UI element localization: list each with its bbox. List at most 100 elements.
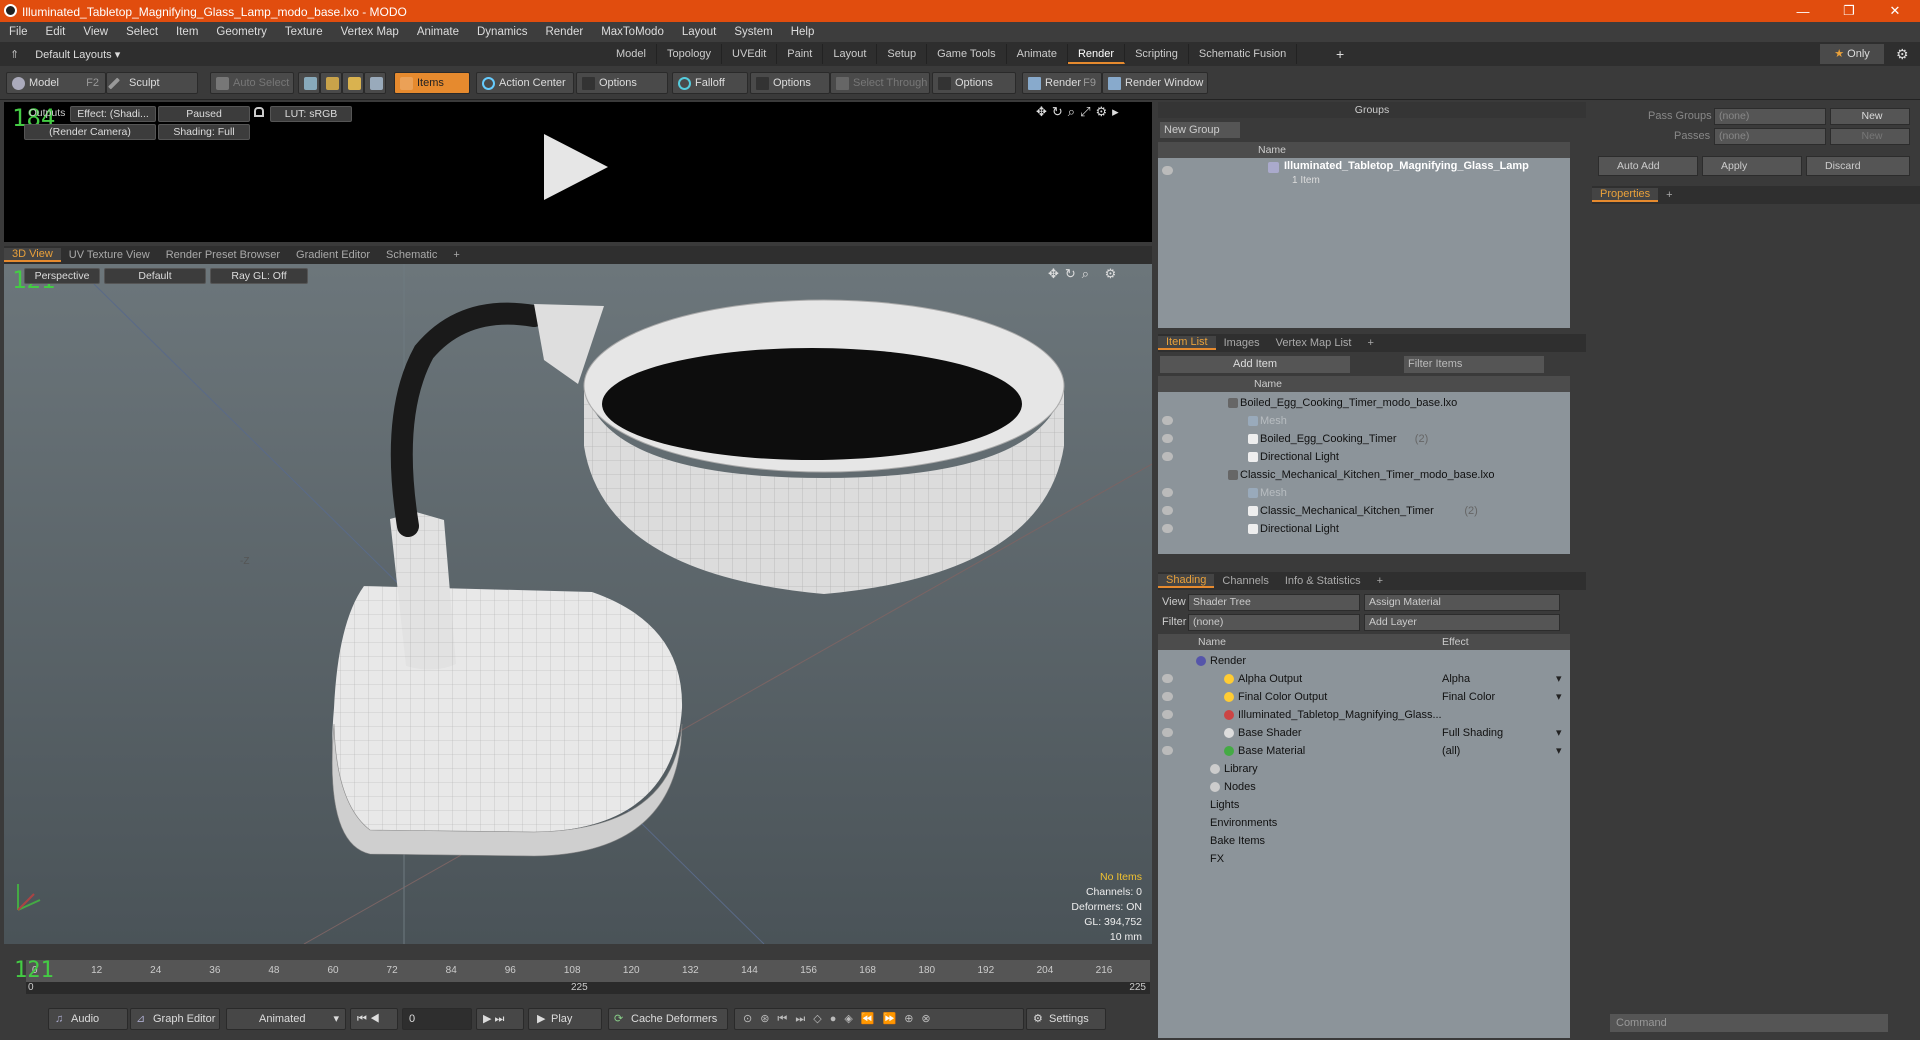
select-through-button[interactable]: Select Through xyxy=(830,72,930,94)
play-icon[interactable] xyxy=(544,134,608,200)
tab-info-statistics[interactable]: Info & Statistics xyxy=(1277,575,1369,587)
item-list-row[interactable]: Directional Light xyxy=(1158,520,1570,538)
model-mode-button[interactable]: Model F2 xyxy=(6,72,106,94)
filter-dropdown[interactable]: (none) xyxy=(1188,614,1360,631)
layout-tab-uvedit[interactable]: UVEdit xyxy=(722,44,778,64)
tab-vertex-map-list[interactable]: Vertex Map List xyxy=(1268,337,1360,349)
select-options-button[interactable]: Options xyxy=(932,72,1016,94)
shader-tree-row[interactable]: Illuminated_Tabletop_Magnifying_Glass... xyxy=(1158,706,1570,724)
discard-button[interactable]: Discard xyxy=(1806,156,1910,176)
add-item-dropdown[interactable]: Add Item xyxy=(1160,356,1350,373)
layout-tab-setup[interactable]: Setup xyxy=(877,44,928,64)
shader-tree-row[interactable]: Render xyxy=(1158,652,1570,670)
properties-tab[interactable]: Properties + xyxy=(1592,186,1920,204)
shader-tree-dropdown[interactable]: Shader Tree xyxy=(1188,594,1360,611)
visibility-icon[interactable] xyxy=(1162,674,1173,683)
transport-forward-controls[interactable]: ▶⏭ xyxy=(476,1008,524,1030)
menu-geometry[interactable]: Geometry xyxy=(207,26,276,38)
effect-dropdown[interactable]: Effect: (Shadi... xyxy=(70,106,156,122)
menu-texture[interactable]: Texture xyxy=(276,26,332,38)
tab-images[interactable]: Images xyxy=(1216,337,1268,349)
falloff-options-button[interactable]: Options xyxy=(750,72,830,94)
assign-material-dropdown[interactable]: Assign Material xyxy=(1364,594,1560,611)
tab-uv-texture-view[interactable]: UV Texture View xyxy=(61,249,158,261)
command-field[interactable]: Command xyxy=(1610,1014,1888,1032)
layout-tab-scripting[interactable]: Scripting xyxy=(1125,44,1189,64)
item-list-row[interactable]: Directional Light xyxy=(1158,448,1570,466)
animated-dropdown[interactable]: Animated ▾ xyxy=(226,1008,346,1030)
only-button[interactable]: ★ Only xyxy=(1820,44,1884,64)
shader-tree-row[interactable]: Bake Items xyxy=(1158,832,1570,850)
auto-add-button[interactable]: Auto Add xyxy=(1598,156,1698,176)
close-button[interactable]: ✕ xyxy=(1872,0,1918,22)
item-list-row[interactable]: Classic_Mechanical_Kitchen_Timer_modo_ba… xyxy=(1158,466,1570,484)
layout-tab-paint[interactable]: Paint xyxy=(777,44,824,64)
select-vertices-button[interactable] xyxy=(298,72,320,94)
pass-groups-dropdown[interactable]: (none) xyxy=(1714,108,1826,125)
menu-view[interactable]: View xyxy=(74,26,117,38)
menu-render[interactable]: Render xyxy=(536,26,592,38)
viewport-nav-icons[interactable]: ✥↻⌕ ⚙ xyxy=(1048,266,1122,282)
add-tab-icon[interactable]: + xyxy=(1369,575,1391,587)
cache-deformers-button[interactable]: ⟳ Cache Deformers xyxy=(608,1008,728,1030)
dropdown-arrow-icon[interactable]: ▾ xyxy=(1556,742,1562,760)
shading-style-dropdown[interactable]: Default xyxy=(104,268,206,284)
layout-tab-model[interactable]: Model xyxy=(606,44,657,64)
settings-button[interactable]: ⚙ Settings xyxy=(1026,1008,1106,1030)
new-passes-button[interactable]: New xyxy=(1830,128,1910,145)
lut-dropdown[interactable]: LUT: sRGB xyxy=(270,106,352,122)
tab-schematic[interactable]: Schematic xyxy=(378,249,445,261)
shader-tree-row[interactable]: Alpha Output Alpha ▾ xyxy=(1158,670,1570,688)
item-list-row[interactable]: Boiled_Egg_Cooking_Timer (2) xyxy=(1158,430,1570,448)
paused-button[interactable]: Paused xyxy=(158,106,250,122)
menu-help[interactable]: Help xyxy=(782,26,824,38)
items-mode-button[interactable]: Items xyxy=(394,72,470,94)
minimize-button[interactable]: — xyxy=(1780,0,1826,22)
item-list-row[interactable]: Mesh xyxy=(1158,412,1570,430)
shader-tree-row[interactable]: Environments xyxy=(1158,814,1570,832)
layout-tab-topology[interactable]: Topology xyxy=(657,44,723,64)
graph-editor-button[interactable]: ⊿ Graph Editor xyxy=(130,1008,220,1030)
passes-dropdown[interactable]: (none) xyxy=(1714,128,1826,145)
shader-tree-row[interactable]: Final Color Output Final Color ▾ xyxy=(1158,688,1570,706)
tab-3d-view[interactable]: 3D View xyxy=(4,248,61,262)
default-layouts-dropdown[interactable]: Default Layouts ▾ xyxy=(35,48,120,61)
tab-item-list[interactable]: Item List xyxy=(1158,336,1216,350)
visibility-icon[interactable] xyxy=(1162,166,1173,175)
layout-arrow-icon[interactable]: ⇑ xyxy=(10,48,19,61)
add-tab-icon[interactable]: + xyxy=(1359,337,1381,349)
layout-tab-layout[interactable]: Layout xyxy=(823,44,878,64)
layer-effect[interactable]: Alpha xyxy=(1442,670,1470,688)
add-tab-icon[interactable]: + xyxy=(445,249,467,261)
key-tools[interactable]: ⊙⊛⏮⏭◇●◈⏪⏩⊕⊗ xyxy=(734,1008,1024,1030)
select-edges-button[interactable] xyxy=(320,72,342,94)
select-materials-button[interactable] xyxy=(364,72,386,94)
outputs-dropdown[interactable]: Outputs xyxy=(24,106,70,122)
layer-effect[interactable]: Full Shading xyxy=(1442,724,1503,742)
timeline[interactable]: 0 12 24 36 48 60 72 84 96 108 120 132 144 156 168 180 19… xyxy=(4,958,1152,1000)
dropdown-arrow-icon[interactable]: ▾ xyxy=(1556,724,1562,742)
group-row[interactable]: Illuminated_Tabletop_Magnifying_Glass_La… xyxy=(1158,160,1570,188)
menu-select[interactable]: Select xyxy=(117,26,167,38)
render-button[interactable]: Render F9 xyxy=(1022,72,1102,94)
item-list-row[interactable]: Mesh xyxy=(1158,484,1570,502)
apply-button[interactable]: Apply xyxy=(1702,156,1802,176)
timeline-range-bar[interactable]: 0 225 225 xyxy=(26,982,1150,994)
restore-button[interactable]: ❐ xyxy=(1826,0,1872,22)
menu-animate[interactable]: Animate xyxy=(408,26,468,38)
transport-back-controls[interactable]: ⏮◀ xyxy=(350,1008,398,1030)
preview-nav-icons[interactable]: ✥↻⌕⤢⚙▸ xyxy=(1036,104,1124,120)
menu-file[interactable]: File xyxy=(0,26,37,38)
tab-render-preset-browser[interactable]: Render Preset Browser xyxy=(158,249,288,261)
audio-button[interactable]: ♫ Audio xyxy=(48,1008,128,1030)
menu-dynamics[interactable]: Dynamics xyxy=(468,26,536,38)
menu-edit[interactable]: Edit xyxy=(37,26,75,38)
shader-tree-row[interactable]: Base Shader Full Shading ▾ xyxy=(1158,724,1570,742)
menu-item[interactable]: Item xyxy=(167,26,207,38)
dropdown-arrow-icon[interactable]: ▾ xyxy=(1556,688,1562,706)
lock-icon[interactable] xyxy=(254,107,264,117)
menu-system[interactable]: System xyxy=(725,26,781,38)
shader-tree-row[interactable]: Lights xyxy=(1158,796,1570,814)
render-preview[interactable]: 184 Outputs Effect: (Shadi... Paused LUT… xyxy=(4,102,1152,242)
visibility-icon[interactable] xyxy=(1162,710,1173,719)
